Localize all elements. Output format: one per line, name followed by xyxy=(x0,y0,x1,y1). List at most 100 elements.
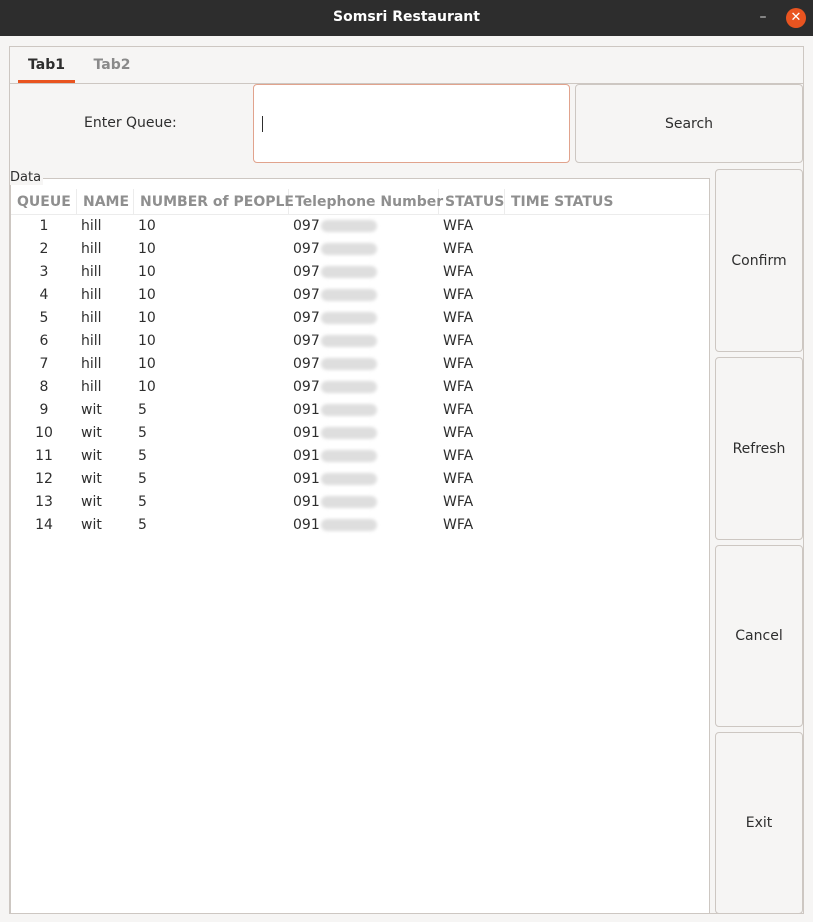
telephone-prefix: 091 xyxy=(293,448,320,464)
table-row[interactable]: 5 hill 10 097 WFA xyxy=(11,307,709,330)
redacted-digits xyxy=(320,289,377,301)
telephone-prefix: 097 xyxy=(293,218,320,234)
minimize-icon[interactable]: – xyxy=(755,8,771,26)
telephone-prefix: 091 xyxy=(293,494,320,510)
column-header-name[interactable]: NAME xyxy=(77,189,134,215)
redacted-digits xyxy=(320,220,377,232)
cell-telephone-number: 097 xyxy=(293,261,377,284)
redacted-digits xyxy=(320,473,377,485)
queue-input[interactable] xyxy=(253,84,570,163)
cell-telephone-number: 091 xyxy=(293,399,377,422)
cell-queue: 8 xyxy=(39,379,49,395)
cell-status: WFA xyxy=(443,517,474,533)
cell-status: WFA xyxy=(443,241,474,257)
cell-status: WFA xyxy=(443,287,474,303)
table-row[interactable]: 6 hill 10 097 WFA xyxy=(11,330,709,353)
cell-telephone-number: 097 xyxy=(293,330,377,353)
cell-name: wit xyxy=(81,517,102,533)
table-row[interactable]: 12 wit 5 091 WFA xyxy=(11,468,709,491)
telephone-prefix: 097 xyxy=(293,356,320,372)
cell-name: hill xyxy=(81,287,102,303)
table-row[interactable]: 7 hill 10 097 WFA xyxy=(11,353,709,376)
cell-name: hill xyxy=(81,241,102,257)
table-row[interactable]: 14 wit 5 091 WFA xyxy=(11,514,709,537)
cell-name: hill xyxy=(81,264,102,280)
cell-telephone-number: 091 xyxy=(293,468,377,491)
cancel-button[interactable]: Cancel xyxy=(715,545,803,727)
column-header-telephone-number[interactable]: Telephone Number xyxy=(289,189,443,215)
telephone-prefix: 097 xyxy=(293,310,320,326)
search-button-label: Search xyxy=(664,115,714,132)
table-row[interactable]: 1 hill 10 097 WFA xyxy=(11,215,709,238)
data-table[interactable]: QUEUE NAME NUMBER of PEOPLE Telephone Nu… xyxy=(10,178,710,914)
refresh-button[interactable]: Refresh xyxy=(715,357,803,540)
table-row[interactable]: 2 hill 10 097 WFA xyxy=(11,238,709,261)
cell-number-of-people: 10 xyxy=(138,356,156,372)
cell-status: WFA xyxy=(443,333,474,349)
cell-telephone-number: 091 xyxy=(293,445,377,468)
cell-status: WFA xyxy=(443,379,474,395)
table-row[interactable]: 9 wit 5 091 WFA xyxy=(11,399,709,422)
cell-number-of-people: 10 xyxy=(138,287,156,303)
column-header-number-of-people[interactable]: NUMBER of PEOPLE xyxy=(134,189,294,215)
cell-name: wit xyxy=(81,471,102,487)
telephone-prefix: 097 xyxy=(293,264,320,280)
table-row[interactable]: 4 hill 10 097 WFA xyxy=(11,284,709,307)
cell-status: WFA xyxy=(443,218,474,234)
data-group-label: Data xyxy=(10,170,44,185)
cancel-button-label: Cancel xyxy=(735,628,783,644)
cell-telephone-number: 091 xyxy=(293,491,377,514)
table-body: 1 hill 10 097 WFA 2 hill 10 097 WFA 3 hill 10 097 WFA 4… xyxy=(11,215,709,537)
cell-queue: 4 xyxy=(39,287,49,303)
cell-queue: 7 xyxy=(39,356,49,372)
tab-tab1[interactable]: Tab1 xyxy=(18,47,75,83)
cell-queue: 10 xyxy=(35,425,53,441)
cell-number-of-people: 10 xyxy=(138,310,156,326)
telephone-prefix: 097 xyxy=(293,241,320,257)
table-row[interactable]: 13 wit 5 091 WFA xyxy=(11,491,709,514)
cell-queue: 1 xyxy=(39,218,49,234)
table-row[interactable]: 10 wit 5 091 WFA xyxy=(11,422,709,445)
cell-status: WFA xyxy=(443,310,474,326)
redacted-digits xyxy=(320,266,377,278)
confirm-button[interactable]: Confirm xyxy=(715,169,803,352)
cell-queue: 5 xyxy=(39,310,49,326)
close-icon[interactable]: ✕ xyxy=(786,8,806,28)
cell-name: wit xyxy=(81,425,102,441)
table-row[interactable]: 11 wit 5 091 WFA xyxy=(11,445,709,468)
redacted-digits xyxy=(320,312,377,324)
column-header-queue[interactable]: QUEUE xyxy=(11,189,77,215)
telephone-prefix: 091 xyxy=(293,517,320,533)
telephone-prefix: 091 xyxy=(293,425,320,441)
table-row[interactable]: 3 hill 10 097 WFA xyxy=(11,261,709,284)
cell-name: wit xyxy=(81,494,102,510)
cell-telephone-number: 097 xyxy=(293,284,377,307)
cell-queue: 13 xyxy=(35,494,53,510)
cell-queue: 3 xyxy=(39,264,49,280)
search-button[interactable]: Search xyxy=(575,84,803,163)
cell-telephone-number: 091 xyxy=(293,422,377,445)
cell-status: WFA xyxy=(443,471,474,487)
telephone-prefix: 091 xyxy=(293,471,320,487)
column-header-status[interactable]: STATUS xyxy=(439,189,505,215)
cell-number-of-people: 5 xyxy=(138,425,147,441)
cell-number-of-people: 10 xyxy=(138,333,156,349)
table-row[interactable]: 8 hill 10 097 WFA xyxy=(11,376,709,399)
cell-number-of-people: 5 xyxy=(138,402,147,418)
refresh-button-label: Refresh xyxy=(732,440,786,457)
text-caret xyxy=(262,116,263,132)
cell-name: hill xyxy=(81,379,102,395)
cell-telephone-number: 091 xyxy=(293,514,377,537)
cell-name: hill xyxy=(81,333,102,349)
redacted-digits xyxy=(320,404,377,416)
column-header-time-status[interactable]: TIME STATUS xyxy=(505,189,615,215)
confirm-button-label: Confirm xyxy=(731,252,787,269)
cell-queue: 11 xyxy=(35,448,53,464)
telephone-prefix: 091 xyxy=(293,402,320,418)
cell-name: wit xyxy=(81,448,102,464)
cell-name: hill xyxy=(81,310,102,326)
exit-button[interactable]: Exit xyxy=(715,732,803,914)
cell-queue: 9 xyxy=(39,402,49,418)
tab-tab2[interactable]: Tab2 xyxy=(85,47,139,83)
cell-queue: 12 xyxy=(35,471,53,487)
